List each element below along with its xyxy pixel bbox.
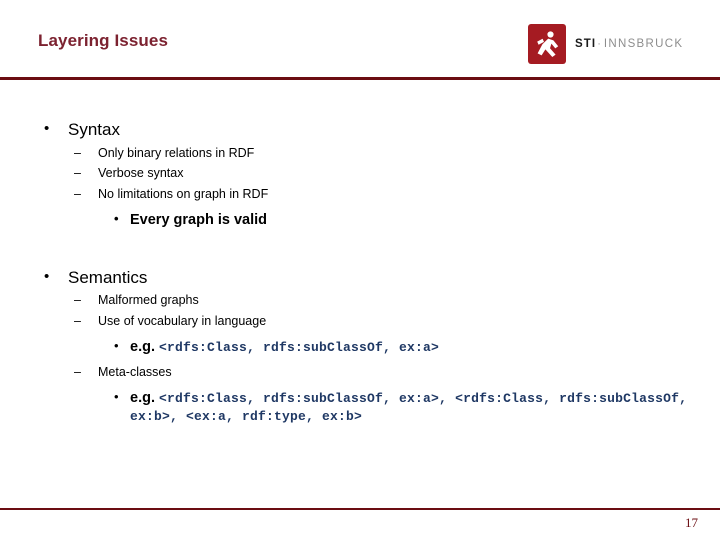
list-item: – Use of vocabulary in language xyxy=(0,314,720,329)
list-item-label: Every graph is valid xyxy=(130,211,268,228)
slide-header: Layering Issues STI · INNSBRUCK xyxy=(0,0,720,78)
sti-innsbruck-logo: STI · INNSBRUCK xyxy=(528,24,683,64)
example-item: • e.g. <rdfs:Class, rdfs:subClassOf, ex:… xyxy=(0,389,720,426)
slide-content: • Syntax – Only binary relations in RDF … xyxy=(0,120,720,434)
list-item-label: Only binary relations in RDF xyxy=(98,145,255,160)
list-item: – No limitations on graph in RDF xyxy=(0,187,720,202)
logo-text-sti: STI xyxy=(575,38,597,50)
section-heading-label: Syntax xyxy=(68,120,120,139)
logo-separator-dot: · xyxy=(597,38,601,50)
logo-text-innsbruck: INNSBRUCK xyxy=(603,38,684,50)
bullet-marker-level1: • xyxy=(44,267,50,285)
bullet-marker-level2: – xyxy=(74,145,81,160)
example-label: e.g. xyxy=(130,338,155,355)
code-snippet: <rdfs:Class, rdfs:subClassOf, ex:a> xyxy=(159,339,440,355)
bullet-marker-level2: – xyxy=(74,313,81,328)
bullet-marker-level3: • xyxy=(114,388,119,404)
section-semantics: • Semantics – Malformed graphs – Use of … xyxy=(0,268,720,426)
slide: Layering Issues STI · INNSBRUCK • Syntax… xyxy=(0,0,720,540)
section-heading: • Semantics xyxy=(0,268,720,288)
bullet-marker-level2: – xyxy=(74,364,81,379)
page-title: Layering Issues xyxy=(38,31,169,50)
section-heading-label: Semantics xyxy=(68,267,148,287)
list-item-label: Use of vocabulary in language xyxy=(98,313,267,328)
section-syntax: • Syntax – Only binary relations in RDF … xyxy=(0,120,720,229)
list-item: – Meta-classes xyxy=(0,365,720,380)
section-heading: • Syntax xyxy=(0,120,720,140)
list-item-label: Meta-classes xyxy=(98,364,172,379)
logo-wordmark: STI · INNSBRUCK xyxy=(575,38,683,50)
list-item-label: No limitations on graph in RDF xyxy=(98,186,269,201)
bullet-marker-level3: • xyxy=(114,210,119,226)
bullet-marker-level2: – xyxy=(74,166,81,181)
bullet-marker-level2: – xyxy=(74,186,81,201)
example-item: • e.g. <rdfs:Class, rdfs:subClassOf, ex:… xyxy=(0,338,720,356)
footer-divider xyxy=(0,508,720,510)
list-item-label: Verbose syntax xyxy=(98,166,184,181)
bullet-marker-level3: • xyxy=(114,337,119,353)
list-item: • Every graph is valid xyxy=(0,211,720,229)
page-number: 17 xyxy=(685,515,698,530)
sti-figure-icon xyxy=(528,24,566,64)
bullet-marker-level2: – xyxy=(74,293,81,308)
list-item: – Malformed graphs xyxy=(0,293,720,308)
bullet-marker-level1: • xyxy=(44,120,50,137)
header-divider xyxy=(0,77,720,80)
list-item: – Verbose syntax xyxy=(0,166,720,181)
code-snippet: <rdfs:Class, rdfs:subClassOf, ex:a>, <rd… xyxy=(130,390,688,425)
list-item-label: Malformed graphs xyxy=(98,293,199,308)
example-label: e.g. xyxy=(130,389,155,406)
list-item: – Only binary relations in RDF xyxy=(0,146,720,161)
